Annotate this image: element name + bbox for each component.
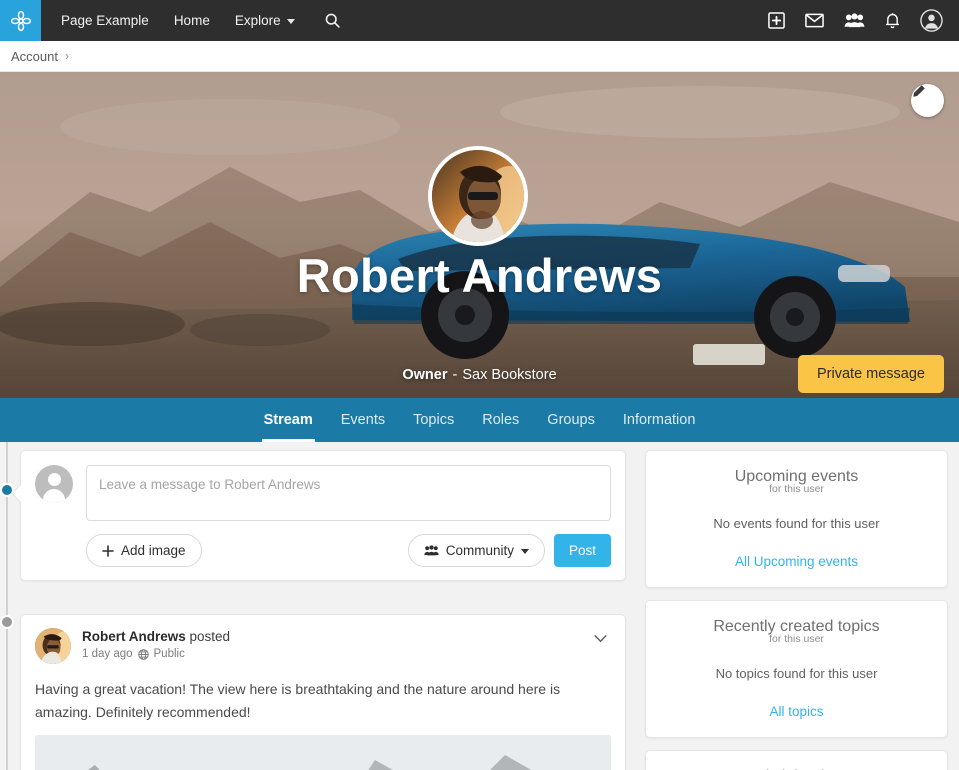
user-avatar-icon[interactable] — [920, 9, 943, 32]
site-logo[interactable] — [0, 0, 41, 41]
tab-roles[interactable]: Roles — [480, 398, 521, 442]
post-submeta: 1 day ago Public — [82, 648, 579, 660]
profile-page: Page Example Home Explore Account › Robe… — [0, 0, 959, 770]
add-image-label: Add image — [121, 543, 186, 558]
people-group-icon — [424, 545, 439, 556]
chevron-down-icon — [594, 635, 607, 643]
stream-post: Robert Andrews posted 1 day ago Public H… — [20, 614, 626, 770]
post-author-name[interactable]: Robert Andrews — [82, 629, 186, 644]
nav-link-page-example[interactable]: Page Example — [61, 13, 149, 28]
add-plus-icon[interactable] — [768, 12, 785, 29]
timeline-dot-post — [0, 615, 14, 629]
widget-empty-message: No events found for this user — [713, 516, 880, 531]
tab-topics[interactable]: Topics — [411, 398, 456, 442]
post-author-line: Robert Andrews posted — [82, 629, 579, 644]
compose-action-row: Add image Community Post — [35, 534, 611, 567]
widget-empty-message: No topics found for this user — [715, 666, 878, 681]
add-image-button[interactable]: Add image — [86, 534, 202, 567]
compose-message-input[interactable] — [86, 465, 611, 521]
nav-links: Page Example Home Explore — [61, 12, 341, 29]
profile-avatar-image — [432, 150, 524, 242]
audience-select[interactable]: Community — [407, 534, 545, 567]
tab-groups[interactable]: Groups — [545, 398, 597, 442]
widget-upcoming-events: Upcoming events for this user No events … — [645, 450, 948, 588]
stream-content: Add image Community Post — [0, 442, 959, 770]
post-action-label: posted — [189, 629, 231, 644]
private-message-button[interactable]: Private message — [798, 355, 944, 393]
top-navigation-bar: Page Example Home Explore — [0, 0, 959, 41]
profile-tab-bar: Stream Events Topics Roles Groups Inform… — [0, 398, 959, 442]
audience-label: Community — [445, 543, 514, 558]
post-timestamp: 1 day ago — [82, 648, 133, 660]
profile-organization: Sax Bookstore — [462, 367, 557, 383]
chevron-down-icon — [520, 549, 529, 554]
post-visibility: Public — [153, 648, 185, 660]
page-title: Robert Andrews — [296, 249, 663, 302]
post-button[interactable]: Post — [553, 534, 611, 567]
flower-ornament-logo-icon — [10, 10, 31, 31]
breadcrumb-separator: › — [64, 49, 69, 63]
post-author-avatar-image — [35, 628, 71, 664]
post-text: Having a great vacation! The view here i… — [35, 681, 561, 720]
profile-avatar[interactable] — [428, 146, 528, 246]
subtitle-dash: - — [452, 367, 458, 383]
post-meta: Robert Andrews posted 1 day ago Public — [82, 628, 579, 660]
widget-subtitle: for this user — [769, 633, 824, 645]
profile-cover-header: Robert Andrews Owner - Sax Bookstore Priva… — [0, 72, 959, 398]
widget-link-all-topics[interactable]: All topics — [769, 704, 823, 719]
breadcrumb-item-account[interactable]: Account — [11, 49, 58, 64]
post-header: Robert Andrews posted 1 day ago Public — [35, 628, 611, 664]
right-sidebar: Upcoming events for this user No events … — [645, 450, 948, 770]
search-icon[interactable] — [324, 12, 341, 29]
post-menu-button[interactable] — [590, 628, 611, 650]
tab-events[interactable]: Events — [339, 398, 387, 442]
chevron-down-icon — [286, 19, 295, 24]
nav-link-home[interactable]: Home — [174, 13, 210, 28]
nav-link-explore[interactable]: Explore — [235, 13, 295, 28]
edit-cover-button[interactable] — [911, 84, 944, 117]
mail-envelope-icon[interactable] — [805, 13, 824, 28]
compose-user-avatar-icon — [35, 465, 73, 503]
post-photo[interactable] — [35, 735, 611, 770]
stream-column: Add image Community Post — [20, 450, 626, 770]
tab-stream[interactable]: Stream — [262, 398, 315, 442]
profile-role: Owner — [402, 367, 448, 383]
compose-top-row — [35, 465, 611, 521]
widget-recent-topics: Recently created topics for this user No… — [645, 600, 948, 738]
breadcrumb: Account › — [0, 41, 959, 72]
post-author-avatar[interactable] — [35, 628, 71, 664]
compose-card: Add image Community Post — [20, 450, 626, 581]
widget-subtitle: for this user — [769, 483, 824, 495]
nav-action-icons — [768, 9, 943, 32]
tab-information[interactable]: Information — [621, 398, 698, 442]
pencil-edit-icon — [913, 85, 925, 97]
bell-notification-icon[interactable] — [885, 12, 900, 29]
globe-icon — [137, 648, 149, 660]
post-photo-image — [35, 735, 611, 770]
nav-link-explore-label: Explore — [234, 13, 281, 28]
people-group-icon[interactable] — [844, 13, 865, 28]
widget-link-all-upcoming-events[interactable]: All Upcoming events — [735, 554, 858, 569]
widget-recent-groups: Recently joined groups for this user — [645, 750, 948, 770]
plus-icon — [102, 544, 114, 557]
